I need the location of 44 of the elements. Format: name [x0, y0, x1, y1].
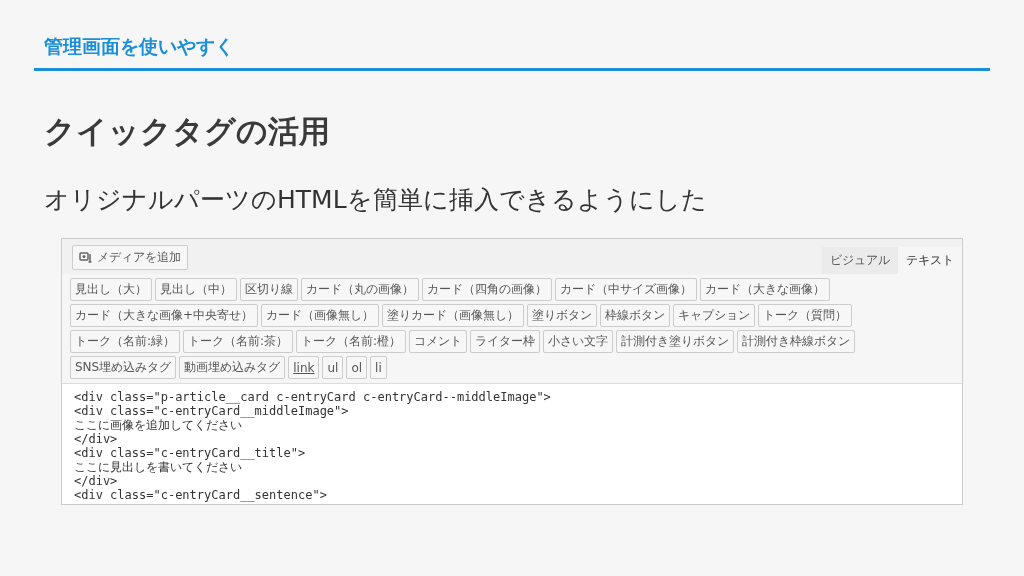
- quicktag-button[interactable]: トーク（名前:茶）: [183, 330, 294, 353]
- code-line: ここに見出しを書いてください: [74, 460, 243, 474]
- quicktag-button[interactable]: 塗りカード（画像無し）: [382, 304, 525, 327]
- quicktag-button[interactable]: カード（大きな画像+中央寄せ）: [70, 304, 259, 327]
- quicktag-button[interactable]: ol: [346, 356, 368, 379]
- quicktag-button[interactable]: カード（中サイズ画像）: [555, 278, 697, 301]
- quicktag-button[interactable]: トーク（名前:橙）: [296, 330, 407, 353]
- quicktag-button[interactable]: 動画埋め込みタグ: [179, 356, 286, 379]
- html-text-area[interactable]: [62, 383, 962, 504]
- quicktag-button[interactable]: ライター枠: [470, 330, 541, 353]
- quicktag-button[interactable]: カード（大きな画像）: [700, 278, 830, 301]
- quicktag-button[interactable]: 見出し（大）: [70, 278, 152, 301]
- code-line: <div class="c-entryCard__sentence">: [74, 488, 328, 502]
- code-line: <div class="c-entryCard__title">: [74, 446, 307, 460]
- quicktag-button[interactable]: キャプション: [673, 304, 756, 327]
- quicktag-button[interactable]: link: [288, 356, 320, 379]
- quicktag-button[interactable]: 見出し（中）: [155, 278, 237, 301]
- quicktag-button[interactable]: トーク（名前:緑）: [70, 330, 181, 353]
- quicktag-button[interactable]: ul: [322, 356, 344, 379]
- editor-tab[interactable]: ビジュアル: [822, 247, 898, 274]
- slide-header: 管理画面を使いやすく: [34, 34, 990, 71]
- quicktag-button[interactable]: トーク（質問）: [758, 304, 853, 327]
- media-icon: [79, 251, 93, 264]
- quicktag-button[interactable]: 計測付き塗りボタン: [616, 330, 735, 353]
- quicktag-button[interactable]: 小さい文字: [543, 330, 614, 353]
- editor-tab[interactable]: テキスト: [898, 247, 962, 274]
- quicktag-button[interactable]: 枠線ボタン: [600, 304, 671, 327]
- quicktag-button[interactable]: SNS埋め込みタグ: [70, 356, 177, 379]
- quicktag-button[interactable]: カード（四角の画像）: [422, 278, 552, 301]
- code-line: ここに画像を追加してください: [74, 418, 243, 432]
- quicktag-button[interactable]: 塗りボタン: [527, 304, 598, 327]
- add-media-button[interactable]: メディアを追加: [72, 245, 188, 270]
- quicktag-button[interactable]: 計測付き枠線ボタン: [737, 330, 856, 353]
- code-line: <div class="c-entryCard__middleImage">: [74, 404, 350, 418]
- slide-title: クイックタグの活用: [44, 112, 331, 151]
- code-line: </div>: [74, 474, 119, 488]
- quicktag-button[interactable]: 区切り線: [240, 278, 298, 301]
- quicktag-button[interactable]: カード（画像無し）: [261, 304, 380, 327]
- quicktag-button[interactable]: コメント: [409, 330, 468, 353]
- quicktag-button[interactable]: カード（丸の画像）: [301, 278, 419, 301]
- slide-subtitle: オリジナルパーツのHTMLを簡単に挿入できるようにした: [44, 184, 708, 216]
- code-line: <div class="p-article__card c-entryCard c-entryCard--middleImage">: [74, 390, 552, 404]
- quicktag-button[interactable]: li: [370, 356, 387, 379]
- code-line: </div>: [74, 432, 119, 446]
